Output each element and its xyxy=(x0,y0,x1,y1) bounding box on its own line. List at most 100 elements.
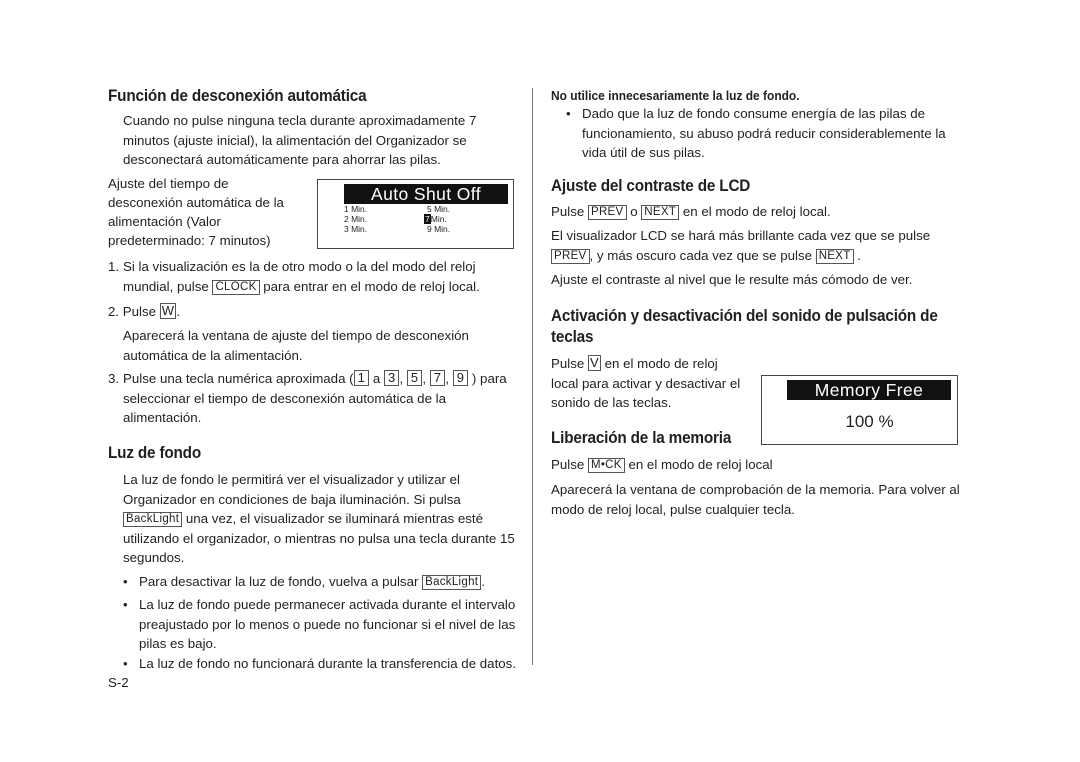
lcd-option-3min: 3 Min. xyxy=(344,224,368,234)
text-line: La luz de fondo no funcionará durante la… xyxy=(139,656,517,671)
lcd-auto-shutoff: Auto Shut Off 1 Min. 2 Min. 3 Min. 5 Min… xyxy=(317,179,514,249)
lcd-option-5min: 5 Min. xyxy=(427,204,451,214)
key-1: 1 xyxy=(353,370,370,386)
backlight-description: La luz de fondo le permitirá ver el visu… xyxy=(123,470,515,568)
bullet-item: • Dado que la luz de fondo consume energ… xyxy=(566,104,956,163)
text-line: Pulse PREV o NEXT en el modo de reloj lo… xyxy=(551,202,831,222)
bullet-item: • La luz de fondo puede permanecer activ… xyxy=(123,595,523,654)
backlight-key: BackLight xyxy=(422,575,482,590)
bullet-icon: • xyxy=(123,656,128,671)
lcd-title: Auto Shut Off xyxy=(344,184,508,204)
text-line: La luz de fondo le permitirá ver el visu… xyxy=(123,472,461,487)
text-line: Pulse M•CK en el modo de reloj local xyxy=(551,455,773,475)
title-line: Activación y desactivación del sonido de… xyxy=(551,306,938,325)
text: , xyxy=(445,371,453,386)
text: Pulse una tecla numérica aproximada ( xyxy=(123,371,354,386)
text: ) para xyxy=(468,371,507,386)
bullet-icon: • xyxy=(566,106,571,121)
text-line: Si la visualización es la de otro modo o… xyxy=(123,259,476,274)
lcd-option-9min: 9 Min. xyxy=(427,224,451,234)
backlight-key: BackLight xyxy=(123,512,183,527)
text-line: automática de la alimentación. xyxy=(123,347,303,363)
text: Pulse xyxy=(122,304,160,319)
text-line: desconectará automáticamente para ahorra… xyxy=(123,152,441,167)
lcd-selected-value: 7 xyxy=(424,214,431,224)
v-key: V xyxy=(587,355,601,371)
section-title-backlight: Luz de fondo xyxy=(108,443,202,462)
text-line: PREV, y más oscuro cada vez que se pulse… xyxy=(551,246,930,266)
text-line: Organizador en condiciones de baja ilumi… xyxy=(123,491,461,507)
step-1: 1. Si la visualización es la de otro mod… xyxy=(108,257,518,296)
lcd-memory-free: Memory Free 100 % xyxy=(761,375,958,445)
text-line: El visualizador LCD se hará más brillant… xyxy=(551,228,931,243)
step-number: 1. xyxy=(108,259,120,274)
text-line: funcionamiento, su abuso podrá reducir c… xyxy=(582,125,946,141)
contrast-instructions: Pulse PREV o NEXT en el modo de reloj lo… xyxy=(551,202,831,222)
lcd-option-7min: 7Min. xyxy=(424,214,447,224)
note-title: No utilice innecesariamente la luz de fo… xyxy=(551,88,800,103)
text: o xyxy=(626,204,642,219)
text-line: Aparecerá la ventana de ajuste del tiemp… xyxy=(123,328,469,343)
text: . xyxy=(481,574,486,589)
step-number: 3. xyxy=(108,371,120,386)
key-7: 7 xyxy=(429,370,446,386)
step-2: 2. Pulse W. xyxy=(108,302,180,322)
text: en el modo de reloj xyxy=(600,356,718,371)
section-title-memory: Liberación de la memoria xyxy=(551,428,732,447)
lcd-caption-auto-shutoff: Ajuste del tiempo de desconexión automát… xyxy=(108,174,284,250)
bullet-item: • Para desactivar la luz de fondo, vuelv… xyxy=(123,572,523,592)
text-line: local para activar y desactivar el xyxy=(551,375,741,391)
text-line: modo de reloj local, pulse cualquier tec… xyxy=(551,501,795,517)
text-line: desconexión automática de la xyxy=(108,195,284,210)
text: para entrar en el modo de reloj local. xyxy=(259,278,480,294)
text: . xyxy=(853,247,861,263)
bullet-icon: • xyxy=(123,574,128,589)
text-line: pilas es bajo. xyxy=(139,636,217,651)
key-5: 5 xyxy=(406,370,423,386)
text-line: Pulse una tecla numérica aproximada (1 a… xyxy=(123,369,518,389)
prev-key: PREV xyxy=(551,248,590,264)
text-line: predeterminado: 7 minutos) xyxy=(108,233,271,248)
contrast-tip: Ajuste el contraste al nivel que le resu… xyxy=(551,272,913,287)
page-number: S-2 xyxy=(108,675,129,690)
title-line: teclas xyxy=(551,327,594,346)
prev-key: PREV xyxy=(587,205,627,220)
key-sound-instructions: Pulse V en el modo de reloj local para a… xyxy=(551,354,740,413)
text-line: Ajuste del tiempo de xyxy=(108,176,229,191)
text-line: segundos. xyxy=(123,550,185,565)
bullet-item: • La luz de fondo no funcionará durante … xyxy=(123,654,523,674)
text-line: utilizando el organizador, o mientras no… xyxy=(123,530,515,546)
text-line: BackLight una vez, el visualizador se il… xyxy=(123,509,515,529)
text: . xyxy=(176,304,181,319)
text: en el modo de reloj local. xyxy=(679,204,831,219)
text: Pulse xyxy=(551,204,588,219)
text-line: alimentación (Valor xyxy=(108,214,221,229)
text: mundial, pulse xyxy=(123,278,213,294)
key-9: 9 xyxy=(452,370,469,386)
step-2-description: Aparecerá la ventana de ajuste del tiemp… xyxy=(123,326,469,365)
bullet-icon: • xyxy=(123,597,128,612)
text-line: minutos (ajuste inicial), la alimentació… xyxy=(123,132,467,148)
text: Para desactivar la luz de fondo, vuelva … xyxy=(139,574,423,589)
lcd-option-1min: 1 Min. xyxy=(344,204,368,214)
column-divider xyxy=(532,88,533,665)
text: en el modo de reloj local xyxy=(624,457,773,472)
text-line: Dado que la luz de fondo consume energía… xyxy=(582,106,925,121)
text: a xyxy=(369,371,384,386)
text: , xyxy=(399,371,407,386)
next-key: NEXT xyxy=(641,205,680,220)
memory-instructions: Pulse M•CK en el modo de reloj local xyxy=(551,455,773,475)
memory-description: Aparecerá la ventana de comprobación de … xyxy=(551,480,960,519)
section-title-auto-shutoff: Función de desconexión automática xyxy=(108,86,367,105)
auto-shutoff-intro: Cuando no pulse ninguna tecla durante ap… xyxy=(123,111,476,170)
text-line: sonido de las teclas. xyxy=(551,395,672,410)
lcd-option-2min: 2 Min. xyxy=(344,214,368,224)
text-line: preajustado por lo menos o puede no func… xyxy=(139,616,516,632)
text-line: Pulse V en el modo de reloj xyxy=(551,354,740,374)
w-key: W xyxy=(159,303,177,319)
text-line: Aparecerá la ventana de comprobación de … xyxy=(551,482,960,497)
text-line: La luz de fondo puede permanecer activad… xyxy=(139,597,516,612)
section-title-lcd-contrast: Ajuste del contraste de LCD xyxy=(551,176,751,195)
text-line: Cuando no pulse ninguna tecla durante ap… xyxy=(123,113,477,128)
text: una vez, el visualizador se iluminará mi… xyxy=(182,511,484,526)
